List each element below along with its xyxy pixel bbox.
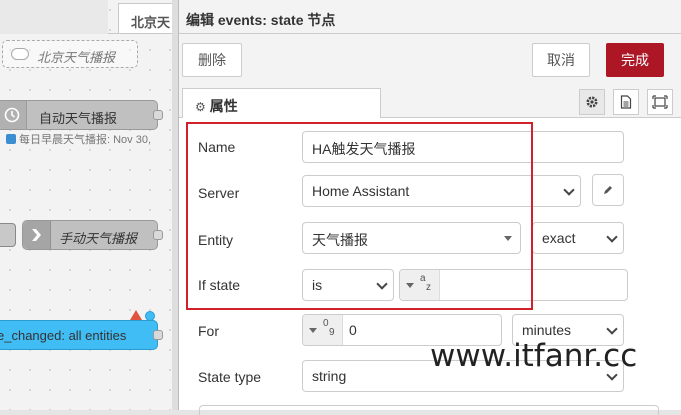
caret-down-icon bbox=[309, 328, 317, 333]
tab-properties[interactable]: ⚙ 属性 bbox=[182, 88, 381, 119]
arrow-icon bbox=[23, 221, 51, 249]
flow-canvas[interactable]: 北京天 北京天气播报 自动天气播报 每日早晨天气播报: Nov 30, 手动天气… bbox=[0, 0, 178, 410]
chevron-down-icon bbox=[606, 231, 618, 243]
tab-settings[interactable] bbox=[579, 89, 605, 115]
for-unit-value: minutes bbox=[522, 322, 572, 338]
for-input-value: 0 bbox=[349, 322, 357, 338]
inject-node-auto[interactable]: 自动天气播报 bbox=[0, 100, 163, 130]
server-select[interactable]: Home Assistant bbox=[302, 175, 581, 207]
tab-properties-label: 属性 bbox=[209, 98, 238, 114]
caret-down-icon bbox=[504, 236, 512, 241]
name-input-value: HA触发天气播报 bbox=[312, 141, 416, 157]
pencil-icon bbox=[604, 186, 612, 194]
chevron-down-icon bbox=[376, 278, 388, 290]
tray-title: 编辑 events: state 节点 bbox=[179, 0, 681, 34]
status-dot-icon bbox=[6, 134, 16, 144]
edit-server-button[interactable] bbox=[592, 174, 624, 206]
type-string-icon-top: a bbox=[420, 273, 426, 284]
output-port[interactable] bbox=[153, 230, 163, 240]
node-status: 每日早晨天气播报: Nov 30, bbox=[6, 131, 151, 147]
tabstrip-background bbox=[0, 0, 108, 34]
entity-input-value: 天气播报 bbox=[312, 232, 368, 248]
tray-toolbar: 删除 取消 完成 bbox=[179, 34, 681, 84]
cancel-button[interactable]: 取消 bbox=[532, 43, 590, 77]
warning-icon bbox=[130, 310, 142, 320]
server-label: Server bbox=[198, 185, 240, 201]
node-status-text: 每日早晨天气播报: Nov 30, bbox=[19, 134, 152, 146]
type-selector[interactable]: 0 9 bbox=[303, 315, 343, 345]
delete-button[interactable]: 删除 bbox=[182, 43, 242, 77]
type-number-icon-top: 0 bbox=[323, 318, 329, 329]
if-state-operator-select[interactable]: is bbox=[302, 269, 394, 301]
partial-node[interactable] bbox=[0, 223, 16, 247]
ha-state-node-label: e_changed: all entities bbox=[0, 328, 127, 343]
workspace-tab[interactable]: 北京天 bbox=[118, 3, 178, 33]
state-type-label: State type bbox=[198, 369, 262, 385]
for-label: For bbox=[198, 323, 219, 339]
entity-match-select[interactable]: exact bbox=[532, 222, 624, 254]
done-button[interactable]: 完成 bbox=[606, 43, 664, 77]
frame-icon bbox=[652, 95, 668, 109]
inject-node-auto-label: 自动天气播报 bbox=[39, 111, 118, 126]
inject-node-manual-label: 手动天气播报 bbox=[59, 231, 138, 246]
if-state-label: If state bbox=[198, 277, 241, 293]
tab-appearance[interactable] bbox=[647, 89, 673, 115]
watermark: www.itfanr.cc bbox=[430, 338, 638, 374]
type-number-icon-bottom: 9 bbox=[329, 327, 335, 338]
entity-input[interactable]: 天气播报 bbox=[302, 222, 521, 254]
chevron-down-icon bbox=[606, 323, 618, 335]
if-state-value-input[interactable]: a z bbox=[399, 269, 628, 301]
ha-state-node[interactable]: e_changed: all entities bbox=[0, 320, 163, 350]
caret-down-icon bbox=[406, 283, 414, 288]
gear-icon: ⚙ bbox=[195, 100, 206, 114]
chevron-down-icon bbox=[563, 184, 575, 196]
gear-icon bbox=[586, 96, 598, 108]
entity-match-value: exact bbox=[542, 230, 576, 246]
name-input[interactable]: HA触发天气播报 bbox=[302, 131, 624, 163]
server-select-value: Home Assistant bbox=[312, 183, 410, 199]
comment-node[interactable]: 北京天气播报 bbox=[2, 40, 138, 68]
inject-node-manual[interactable]: 手动天气播报 bbox=[22, 220, 163, 250]
type-string-icon-bottom: z bbox=[426, 282, 431, 293]
output-port[interactable] bbox=[153, 330, 163, 340]
state-type-value: string bbox=[312, 368, 347, 384]
document-icon bbox=[620, 95, 632, 109]
timer-icon bbox=[0, 101, 27, 129]
tray-tabs: ⚙ 属性 bbox=[179, 84, 681, 119]
output-port[interactable] bbox=[153, 110, 163, 120]
comment-icon bbox=[11, 48, 29, 60]
next-section bbox=[199, 405, 659, 415]
comment-node-label: 北京天气播报 bbox=[37, 50, 116, 65]
name-label: Name bbox=[198, 139, 236, 155]
entity-label: Entity bbox=[198, 232, 234, 248]
if-state-operator-value: is bbox=[312, 277, 323, 293]
tab-description[interactable] bbox=[613, 89, 639, 115]
type-selector[interactable]: a z bbox=[400, 270, 440, 300]
